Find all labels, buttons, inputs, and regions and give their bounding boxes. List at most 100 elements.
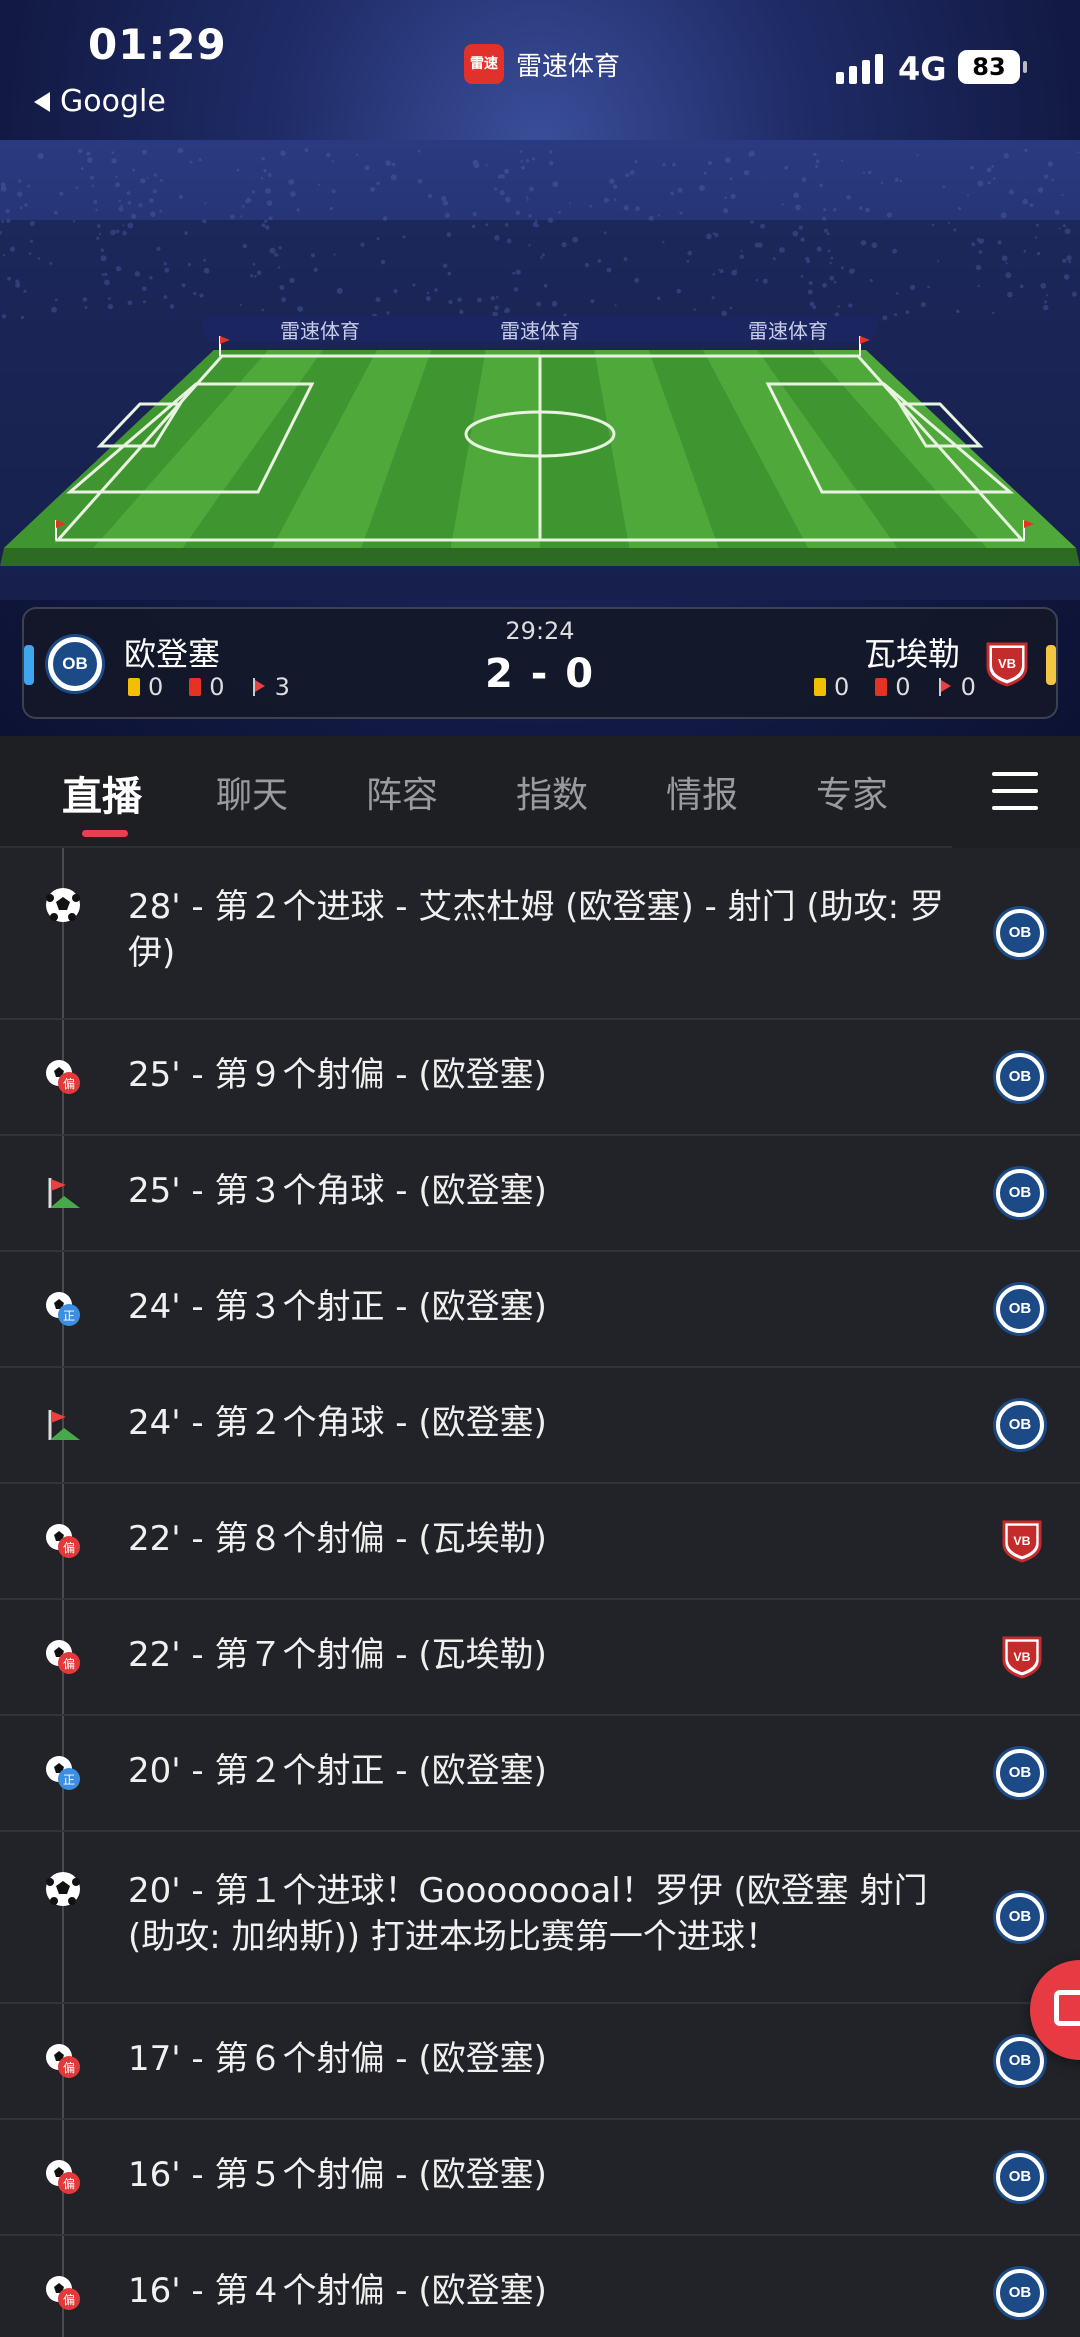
ob-logo-icon: OB [996,2037,1044,2085]
stadium-header: 雷速体育 雷速体育 雷速体育 01:29 Google 雷速 雷速体育 4G 8… [0,0,1080,736]
event-row[interactable]: 偏 22' - 第７个射偏 - (瓦埃勒) VB [0,1600,1080,1716]
away-team-name[interactable]: 瓦埃勒 [864,629,960,675]
event-text: 16' - 第５个射偏 - (欧登塞) [128,2155,547,2195]
battery-icon: 83 [958,50,1027,84]
event-row[interactable]: 正 24' - 第３个射正 - (欧登塞) OB [0,1252,1080,1368]
event-text: 22' - 第７个射偏 - (瓦埃勒) [128,1635,547,1675]
svg-text:正: 正 [63,1309,75,1323]
tab-experts[interactable]: 专家 [816,766,888,818]
ad-board-text-1: 雷速体育 [280,319,360,343]
menu-icon[interactable] [992,772,1038,810]
shot-off-target-icon: 偏 [44,1058,82,1096]
svg-text:偏: 偏 [63,2292,75,2307]
away-red-count: 0 [895,673,911,701]
vejle-shield-icon: VB [986,642,1028,687]
svg-text:偏: 偏 [63,2060,75,2075]
away-yellow-count: 0 [834,673,850,701]
ball-icon [44,886,82,924]
event-text: 28' - 第２个进球 - 艾杰杜姆 (欧登塞) - 射门 (助攻: 罗伊) [128,887,944,973]
app-title: 雷速 雷速体育 [464,44,620,84]
event-row[interactable]: 24' - 第２个角球 - (欧登塞) OB [0,1368,1080,1484]
tab-odds[interactable]: 指数 [516,766,588,818]
event-row[interactable]: 20' - 第１个进球！Goooooooal！罗伊 (欧登塞 射门 (助攻: 加… [0,1832,1080,2004]
back-arrow-icon [34,91,50,112]
event-text: 25' - 第３个角球 - (欧登塞) [128,1171,547,1211]
away-team-stats: 0 0 0 [814,673,976,701]
scoreboard: OB 欧登塞 0 0 3 29:24 2 - 0 瓦埃勒 VB 0 0 0 [22,607,1058,719]
event-text: 24' - 第３个射正 - (欧登塞) [128,1287,547,1327]
app-logo-icon: 雷速 [464,44,504,84]
home-team-badge: OB [996,1749,1046,1799]
ob-logo-icon: OB [996,1285,1044,1333]
svg-text:VB: VB [1013,1650,1030,1664]
tab-live[interactable]: 直播 [62,764,142,822]
red-card-icon [875,678,888,696]
ob-logo-icon: OB [996,1401,1044,1449]
svg-text:偏: 偏 [63,1540,75,1555]
away-team-badge[interactable]: VB [986,641,1028,691]
ob-logo-icon: OB [996,1749,1044,1797]
event-text: 20' - 第２个射正 - (欧登塞) [128,1751,547,1791]
edit-icon [1054,1990,1080,2026]
tab-chat[interactable]: 聊天 [216,766,288,818]
svg-text:偏: 偏 [63,1076,75,1091]
event-text: 17' - 第６个射偏 - (欧登塞) [128,2039,547,2079]
shot-off-target-icon: 偏 [44,1522,82,1560]
home-team-badge: OB [996,2037,1046,2087]
home-team-badge: OB [996,2269,1046,2319]
shot-off-target-icon: 偏 [44,2274,82,2312]
event-row[interactable]: 偏 16' - 第４个射偏 - (欧登塞) OB [0,2236,1080,2337]
ob-logo-icon: OB [996,1053,1044,1101]
event-text: 16' - 第４个射偏 - (欧登塞) [128,2271,547,2311]
svg-text:VB: VB [998,656,1016,671]
event-row[interactable]: 28' - 第２个进球 - 艾杰杜姆 (欧登塞) - 射门 (助攻: 罗伊) OB [0,848,1080,1020]
shot-off-target-icon: 偏 [44,1638,82,1676]
home-team-badge: OB [996,2153,1046,2203]
event-row[interactable]: 偏 16' - 第５个射偏 - (欧登塞) OB [0,2120,1080,2236]
home-team-badge: OB [996,1169,1046,1219]
shot-off-target-icon: 偏 [44,2042,82,2080]
ad-board-text-3: 雷速体育 [748,319,828,343]
ob-logo-icon: OB [996,909,1044,957]
ob-logo-icon: OB [996,2269,1044,2317]
shot-on-target-icon: 正 [44,1290,82,1328]
live-event-feed[interactable]: 28' - 第２个进球 - 艾杰杜姆 (欧登塞) - 射门 (助攻: 罗伊) OB… [0,848,1080,2337]
ob-logo-icon: OB [996,1169,1044,1217]
corner-flag-icon [44,1406,82,1444]
ob-logo-icon: OB [996,1893,1044,1941]
home-team-badge: OB [996,1053,1046,1103]
back-to-google-link[interactable]: Google [34,84,166,119]
back-label: Google [60,84,166,119]
shot-off-target-icon: 偏 [44,2158,82,2196]
status-time: 01:29 [88,20,227,69]
away-team-badge: VB [996,1633,1046,1683]
away-corner-count: 0 [960,673,976,701]
yellow-card-icon [814,678,826,696]
home-team-badge: OB [996,1285,1046,1335]
svg-text:偏: 偏 [63,1656,75,1671]
shot-on-target-icon: 正 [44,1754,82,1792]
event-row[interactable]: 25' - 第３个角球 - (欧登塞) OB [0,1136,1080,1252]
active-tab-indicator [82,830,128,837]
ad-board-text-2: 雷速体育 [500,319,580,343]
event-row[interactable]: 偏 22' - 第８个射偏 - (瓦埃勒) VB [0,1484,1080,1600]
event-row[interactable]: 偏 17' - 第６个射偏 - (欧登塞) OB [0,2004,1080,2120]
home-team-badge: OB [996,1893,1046,1943]
svg-text:偏: 偏 [63,2176,75,2191]
event-text: 22' - 第８个射偏 - (瓦埃勒) [128,1519,547,1559]
corner-icon [937,678,953,696]
corner-flag-icon [44,1174,82,1212]
tab-bar: 直播 聊天 阵容 指数 情报 专家 [0,736,1080,848]
ball-icon [44,1870,82,1908]
away-team-badge: VB [996,1517,1046,1567]
vejle-shield-icon: VB [1002,1520,1042,1563]
home-team-badge: OB [996,909,1046,959]
tab-lineup[interactable]: 阵容 [366,766,438,818]
svg-text:正: 正 [63,1773,75,1787]
app-name: 雷速体育 [516,51,621,82]
tab-intel[interactable]: 情报 [666,766,738,818]
ob-logo-icon: OB [996,2153,1044,2201]
event-row[interactable]: 偏 25' - 第９个射偏 - (欧登塞) OB [0,1020,1080,1136]
event-row[interactable]: 正 20' - 第２个射正 - (欧登塞) OB [0,1716,1080,1832]
vejle-shield-icon: VB [1002,1636,1042,1679]
